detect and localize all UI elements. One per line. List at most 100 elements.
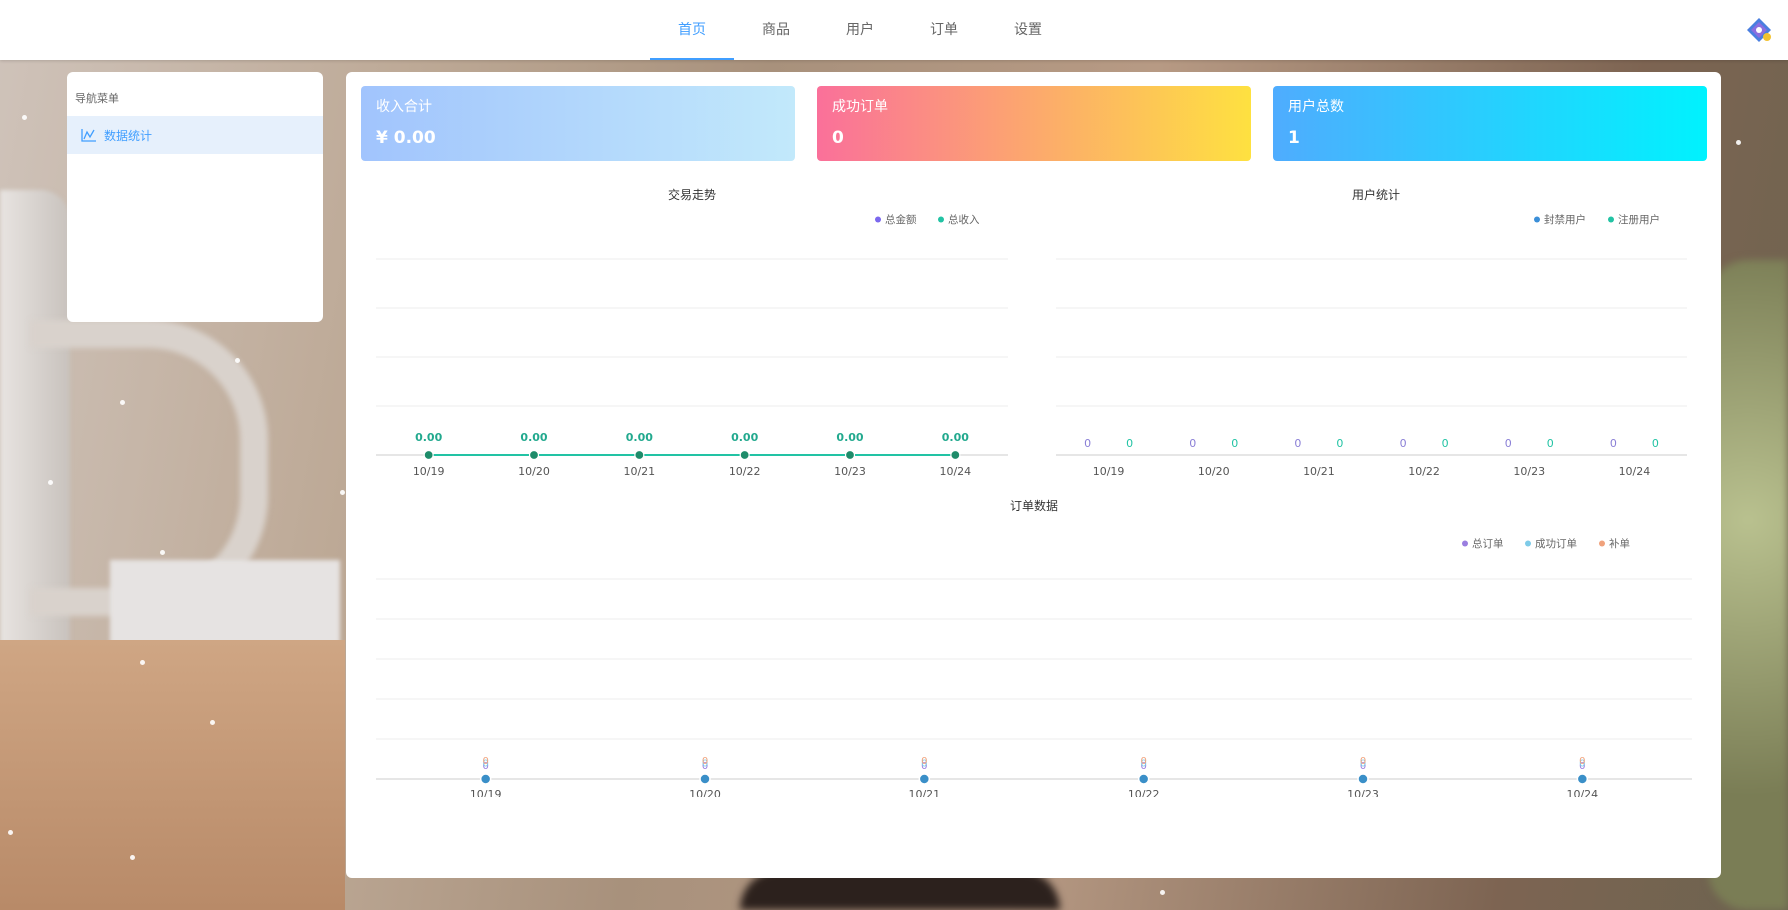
stat-card-revenue: 收入合计 ¥ 0.00 [361, 86, 795, 161]
data-point [634, 449, 645, 461]
data-point [1576, 773, 1589, 785]
legend-dot [1599, 540, 1605, 547]
data-label: 0 [921, 756, 927, 767]
stat-card-orders: 成功订单 0 [817, 86, 1251, 161]
data-label: 0 [1442, 437, 1449, 450]
legend-dot [875, 216, 881, 223]
legend-dot [938, 216, 944, 223]
data-label: 0 [1505, 437, 1512, 450]
line-chart-icon [81, 129, 96, 142]
legend-label: 总金额 [885, 213, 917, 226]
chart-order-data: 订单数据 补单 成功订单 总订单 10/19 10/20 10/21 10/22 10/23 10… [346, 497, 1721, 801]
chart-transaction-trend: 交易走势 总收入 总金额 10/19 10/20 10/21 10/22 10/23 10/24… [346, 172, 1026, 492]
data-label: 0 [702, 756, 708, 767]
sparkle-dot [1736, 140, 1741, 145]
chart-title: 交易走势 [668, 187, 716, 202]
stat-card-users: 用户总数 1 [1273, 86, 1707, 161]
x-tick-label: 10/24 [1619, 465, 1651, 478]
sparkle-dot [160, 550, 165, 555]
chart-order-data-svg: 订单数据补单 成功订单 总订单 10/19 10/20 10/21 10/22 10/23 10… [376, 498, 1692, 801]
stat-card-title: 成功订单 [832, 99, 888, 115]
sparkle-dot [130, 855, 135, 860]
data-point [1357, 773, 1369, 785]
data-point [1137, 773, 1150, 785]
x-tick-label: 10/22 [1408, 465, 1440, 478]
sparkle-dot [120, 400, 125, 405]
x-tick-label: 10/19 [1093, 465, 1125, 478]
sparkle-dot [48, 480, 53, 485]
sparkle-dot [235, 358, 240, 363]
x-tick-label: 10/24 [1566, 788, 1598, 797]
data-label: 0.00 [731, 431, 758, 444]
legend-label: 补单 [1609, 537, 1630, 550]
data-label: 0 [1336, 437, 1343, 450]
legend-label: 总收入 [948, 213, 980, 226]
legend-dot [1608, 216, 1614, 223]
app-logo-icon[interactable] [1746, 17, 1772, 43]
data-label: 0.00 [942, 431, 969, 444]
x-tick-label: 10/20 [689, 788, 721, 797]
legend-label: 成功订单 [1535, 538, 1577, 550]
sparkle-dot [1160, 890, 1165, 895]
legend-label: 注册用户 [1618, 213, 1660, 226]
data-point [479, 773, 492, 785]
legend-label: 封禁用户 [1544, 213, 1586, 226]
data-label: 0.00 [415, 431, 442, 444]
data-label: 0 [1652, 437, 1659, 450]
chart-title: 用户统计 [1352, 187, 1400, 202]
x-tick-label: 10/21 [908, 788, 940, 797]
sidebar-item-statistics[interactable]: 数据统计 [67, 116, 323, 154]
chart-title: 订单数据 [1010, 498, 1058, 513]
data-point [844, 449, 856, 461]
data-point [423, 449, 434, 461]
stat-card-value: 0 [832, 128, 844, 148]
data-label: 0.00 [626, 431, 653, 444]
legend-dot [1462, 540, 1468, 547]
nav-tab-home[interactable]: 首页 [650, 0, 734, 60]
top-header: 首页 商品 用户 订单 设置 [0, 0, 1788, 60]
chart-user-stats-svg: 用户统计注册用户 封禁用户 10/19 0 0 10/20 0 0 10/21 0 0 10/22 0 0… [1056, 187, 1687, 478]
dashboard-panel: 收入合计 ¥ 0.00 成功订单 0 用户总数 1 交易走势总收入 总金额 10/1… [346, 72, 1721, 878]
nav-tab-settings[interactable]: 设置 [986, 0, 1070, 60]
data-point [699, 773, 711, 785]
sparkle-dot [340, 490, 345, 495]
background-table [0, 640, 345, 910]
sidebar: 导航菜单 数据统计 [67, 72, 323, 322]
nav-tab-users[interactable]: 用户 [818, 0, 902, 60]
x-tick-label: 10/19 [470, 788, 502, 797]
x-tick-label: 10/20 [518, 465, 550, 478]
x-tick-label: 10/22 [729, 465, 761, 478]
x-tick-label: 10/20 [1198, 465, 1230, 478]
data-label: 0 [1579, 756, 1585, 767]
nav-tab-products[interactable]: 商品 [734, 0, 818, 60]
data-point [528, 449, 540, 461]
data-label: 0 [1140, 756, 1146, 767]
x-tick-label: 10/21 [1303, 465, 1335, 478]
nav-tab-orders[interactable]: 订单 [902, 0, 986, 60]
chart-transaction-trend-svg: 交易走势总收入 总金额 10/19 10/20 10/21 10/22 10/23 10/24… [376, 187, 1008, 478]
data-label: 0 [1189, 437, 1196, 450]
x-tick-label: 10/23 [1347, 788, 1379, 797]
stat-card-title: 收入合计 [376, 99, 432, 115]
data-label: 0 [1360, 756, 1366, 767]
data-label: 0 [1610, 437, 1617, 450]
sidebar-title: 导航菜单 [75, 92, 119, 105]
sparkle-dot [140, 660, 145, 665]
legend-dot [1534, 216, 1540, 223]
data-label: 0 [482, 756, 488, 767]
top-nav: 首页 商品 用户 订单 设置 [650, 0, 1070, 60]
data-point [950, 449, 961, 461]
sidebar-item-label: 数据统计 [104, 129, 153, 143]
stat-card-value: ¥ 0.00 [376, 128, 436, 148]
sparkle-dot [210, 720, 215, 725]
x-tick-label: 10/23 [834, 465, 866, 478]
data-label: 0 [1294, 437, 1301, 450]
x-tick-label: 10/23 [1513, 465, 1545, 478]
legend-label: 总订单 [1472, 537, 1504, 550]
data-label: 0 [1547, 437, 1554, 450]
data-label: 0.00 [520, 431, 547, 444]
data-label: 0 [1126, 437, 1133, 450]
x-tick-label: 10/21 [623, 465, 655, 478]
data-point [918, 773, 931, 785]
stat-card-value: 1 [1288, 128, 1300, 148]
